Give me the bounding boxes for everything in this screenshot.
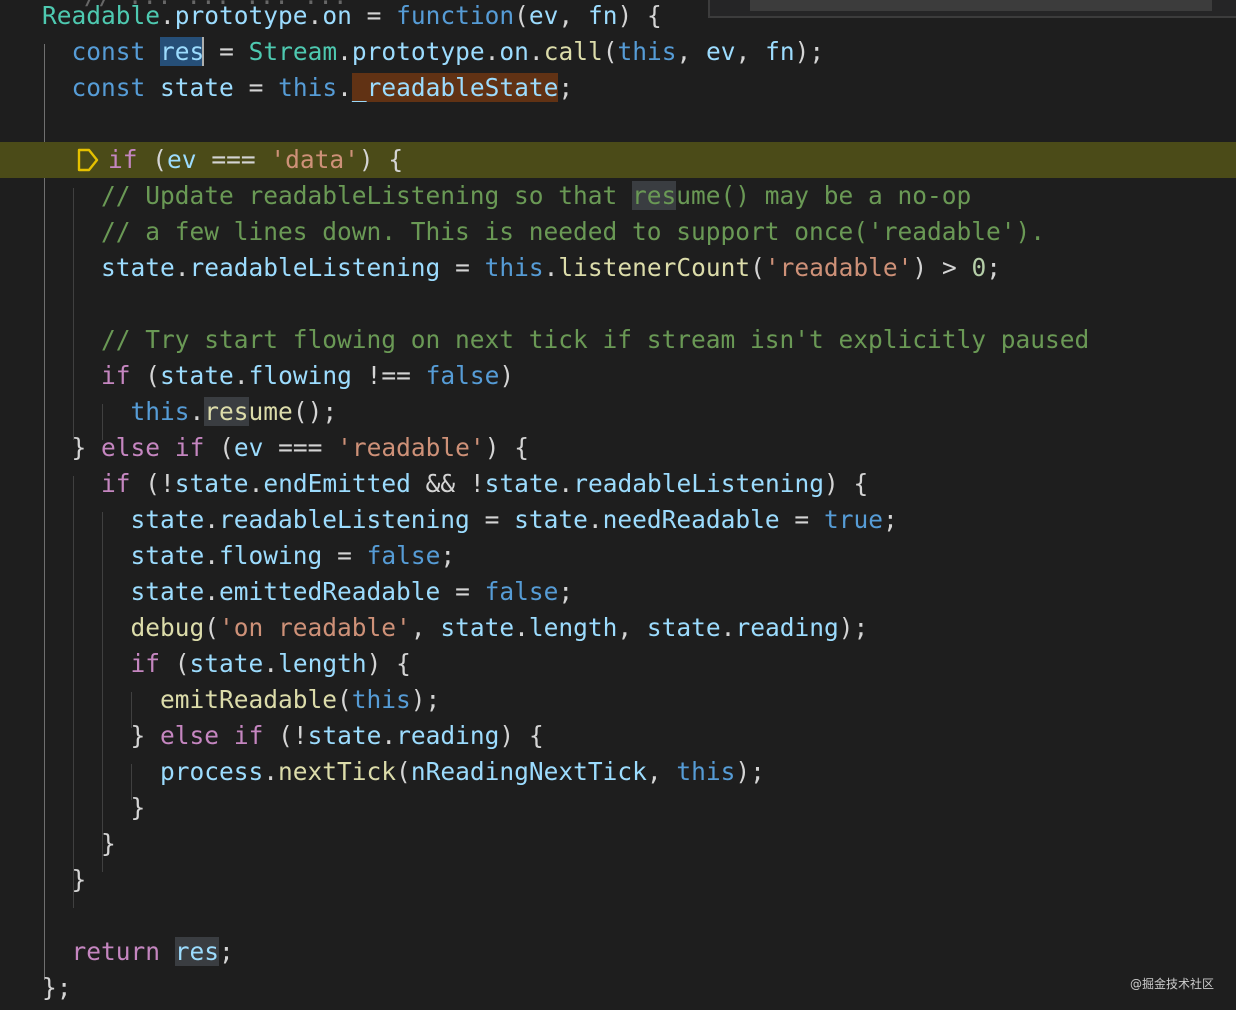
code-line[interactable]: process.nextTick(nReadingNextTick, this)… xyxy=(0,754,1236,790)
code-line[interactable]: state.readableListening = this.listenerC… xyxy=(0,250,1236,286)
code-line[interactable]: // Try start flowing on next tick if str… xyxy=(0,322,1236,358)
code-line-text: if (state.length) { xyxy=(130,649,411,678)
code-line-text: const res = Stream.prototype.on.call(thi… xyxy=(71,37,825,66)
code-line-text: state.readableListening = this.listenerC… xyxy=(101,253,1002,282)
code-line-text: } xyxy=(130,793,146,822)
code-line-text: Readable.prototype.on = function(ev, fn)… xyxy=(42,1,662,30)
code-line[interactable]: state.readableListening = state.needRead… xyxy=(0,502,1236,538)
code-line-text: process.nextTick(nReadingNextTick, this)… xyxy=(160,757,765,786)
code-line[interactable]: } xyxy=(0,826,1236,862)
code-line-text: state.emittedReadable = false; xyxy=(130,577,574,606)
code-line[interactable]: Readable.prototype.on = function(ev, fn)… xyxy=(0,0,1236,34)
code-line-text: } else if (!state.reading) { xyxy=(130,721,544,750)
code-line-text: } xyxy=(101,829,116,858)
conditional-breakpoint-icon[interactable] xyxy=(76,147,100,173)
code-line-text: if (ev === 'data') { xyxy=(108,145,404,174)
code-line[interactable]: if (state.length) { xyxy=(0,646,1236,682)
code-line[interactable]: } else if (ev === 'readable') { xyxy=(0,430,1236,466)
code-line[interactable]: state.flowing = false; xyxy=(0,538,1236,574)
code-line[interactable] xyxy=(0,286,1236,322)
code-line-text: // a few lines down. This is needed to s… xyxy=(101,217,1046,246)
code-line-text: } xyxy=(71,865,87,894)
code-line-text: }; xyxy=(42,973,72,1002)
code-line-text: const state = this._readableState; xyxy=(71,73,574,102)
code-line-text: state.flowing = false; xyxy=(130,541,456,570)
code-line[interactable]: if (state.flowing !== false) xyxy=(0,358,1236,394)
code-line[interactable]: } xyxy=(0,862,1236,898)
code-line-text: // Try start flowing on next tick if str… xyxy=(101,325,1090,354)
code-line[interactable]: this.resume(); xyxy=(0,394,1236,430)
code-line-text: if (state.flowing !== false) xyxy=(101,361,515,390)
code-line[interactable]: }; xyxy=(0,970,1236,1006)
code-editor[interactable]: // ... ... ... ... Readable.prototype.on… xyxy=(0,0,1236,1010)
code-line[interactable]: debug('on readable', state.length, state… xyxy=(0,610,1236,646)
code-line[interactable]: // a few lines down. This is needed to s… xyxy=(0,214,1236,250)
code-line-text: debug('on readable', state.length, state… xyxy=(130,613,869,642)
code-line[interactable]: } else if (!state.reading) { xyxy=(0,718,1236,754)
code-line[interactable] xyxy=(0,898,1236,934)
code-line[interactable]: emitReadable(this); xyxy=(0,682,1236,718)
watermark: @掘金技术社区 xyxy=(1129,977,1214,991)
code-line-text: } else if (ev === 'readable') { xyxy=(71,433,529,462)
code-line-text: emitReadable(this); xyxy=(160,685,441,714)
code-line-text: if (!state.endEmitted && !state.readable… xyxy=(101,469,869,498)
code-line[interactable]: // Update readableListening so that resu… xyxy=(0,178,1236,214)
code-line[interactable]: const res = Stream.prototype.on.call(thi… xyxy=(0,34,1236,70)
code-line-text: state.readableListening = state.needRead… xyxy=(130,505,898,534)
code-line-text: this.resume(); xyxy=(130,397,338,426)
code-line[interactable]: const state = this._readableState; xyxy=(0,70,1236,106)
code-line-text: // Update readableListening so that resu… xyxy=(101,181,972,210)
code-line[interactable] xyxy=(0,106,1236,142)
code-line[interactable]: return res; xyxy=(0,934,1236,970)
current-debug-line[interactable]: if (ev === 'data') { xyxy=(0,142,1236,178)
code-line-text: return res; xyxy=(71,937,234,966)
code-line[interactable]: state.emittedReadable = false; xyxy=(0,574,1236,610)
code-line[interactable]: if (!state.endEmitted && !state.readable… xyxy=(0,466,1236,502)
code-line[interactable]: } xyxy=(0,790,1236,826)
